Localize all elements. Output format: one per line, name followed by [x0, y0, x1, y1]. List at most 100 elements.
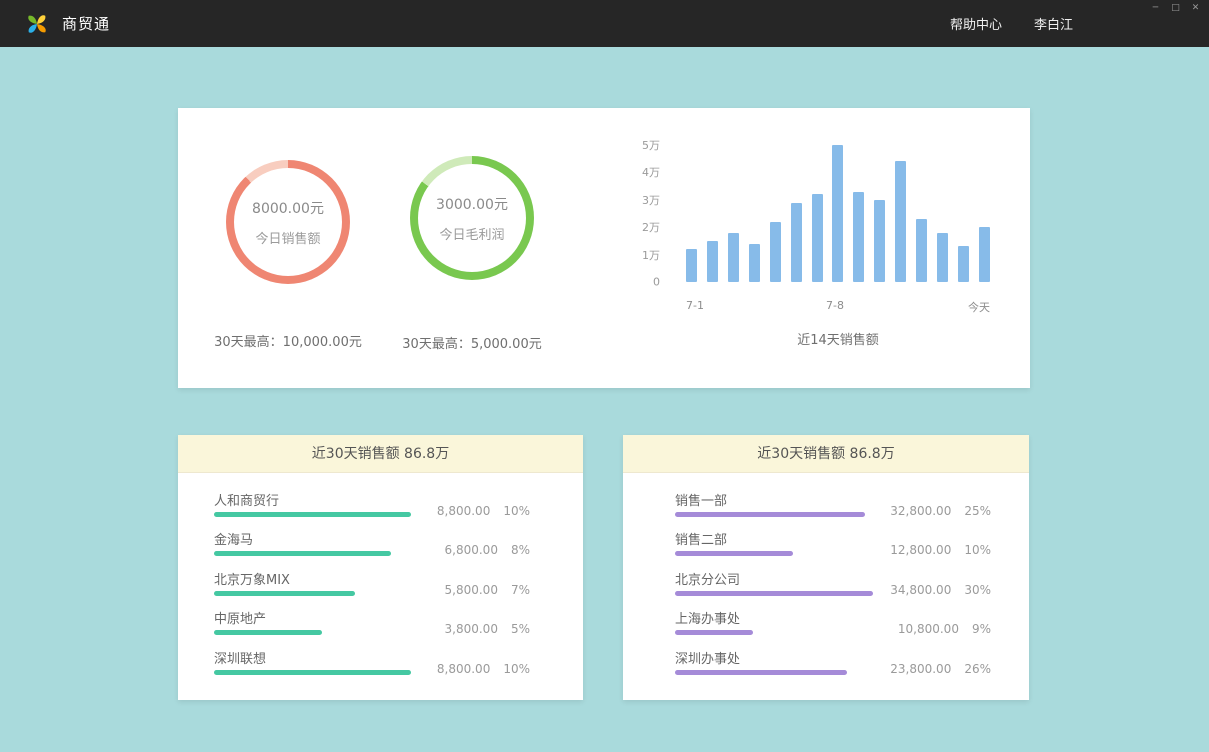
bar	[979, 227, 990, 282]
row-progress-bar	[675, 670, 847, 675]
panel-rows: 人和商贸行8,800.0010%金海马6,800.008%北京万象MIX5,80…	[178, 473, 583, 682]
bar	[791, 203, 802, 282]
panel-title: 近30天销售额 86.8万	[178, 435, 583, 473]
bar	[874, 200, 885, 282]
y-tick-label: 4万	[642, 164, 660, 180]
panel-title: 近30天销售额 86.8万	[623, 435, 1029, 473]
row-percent: 26%	[964, 662, 991, 676]
row-name: 北京分公司	[675, 569, 740, 588]
window-controls: ─ □ ✕	[1150, 2, 1201, 14]
row-percent: 25%	[964, 504, 991, 518]
row-name: 深圳联想	[214, 648, 266, 667]
x-axis-label: 7-8	[826, 299, 844, 312]
list-item: 销售二部12,800.0010%	[623, 524, 1029, 563]
donut-center: 8000.00元 今日销售额	[234, 168, 342, 276]
customer-sales-panel: 近30天销售额 86.8万 人和商贸行8,800.0010%金海马6,800.0…	[178, 435, 583, 700]
row-name: 北京万象MIX	[214, 569, 290, 588]
row-progress-bar	[214, 670, 411, 675]
close-button[interactable]: ✕	[1190, 2, 1201, 14]
bar	[707, 241, 718, 282]
titlebar-menu: 帮助中心 李白江	[950, 14, 1183, 33]
row-value: 10,800.00	[898, 622, 959, 636]
row-figures: 12,800.00 10%	[890, 543, 991, 557]
chart-y-axis: 5万4万3万2万1万0	[608, 145, 660, 282]
row-figures: 34,800.0030%	[890, 583, 991, 597]
row-name: 中原地产	[214, 608, 266, 627]
row-figures: 32,800.00 25%	[890, 504, 991, 518]
bar	[770, 222, 781, 282]
donut-center: 3000.00元 今日毛利润	[418, 164, 526, 272]
row-name: 深圳办事处	[675, 648, 740, 667]
row-progress-bar	[214, 630, 322, 635]
bar	[958, 246, 969, 282]
row-value: 32,800.00	[890, 504, 951, 518]
bar	[812, 194, 823, 282]
department-sales-panel: 近30天销售额 86.8万 销售一部32,800.0025%销售二部12,800…	[623, 435, 1029, 700]
row-value: 8,800.00	[437, 662, 490, 676]
list-item: 上海办事处10,800.009%	[623, 603, 1029, 642]
list-item: 人和商贸行8,800.0010%	[178, 485, 583, 524]
daily-sales-bar-chart	[686, 145, 990, 282]
overview-card: 8000.00元 今日销售额 30天最高：10,000.00元 3000.00元…	[178, 108, 1030, 388]
app-title: 商贸通	[62, 13, 110, 34]
row-percent: 9%	[972, 622, 991, 636]
donut-value: 8000.00元	[252, 198, 324, 218]
list-item: 深圳办事处 23,800.00 26%	[623, 643, 1029, 682]
y-tick-label: 5万	[642, 137, 660, 153]
list-item: 北京分公司 34,800.0030%	[623, 564, 1029, 603]
row-progress-bar	[214, 512, 411, 517]
bar	[749, 244, 760, 282]
row-value: 3,800.00	[445, 622, 498, 636]
row-name: 人和商贸行	[214, 490, 279, 509]
chart-caption: 近14天销售额	[686, 329, 990, 348]
row-percent: 10%	[503, 504, 530, 518]
title-bar: 商贸通 帮助中心 李白江 ─ □ ✕	[0, 0, 1209, 47]
bar	[728, 233, 739, 282]
y-tick-label: 1万	[642, 247, 660, 263]
donut-value: 3000.00元	[436, 194, 508, 214]
x-axis-label: 7-1	[686, 299, 704, 312]
donut-footer: 30天最高：5,000.00元	[352, 333, 592, 352]
dashboard: 8000.00元 今日销售额 30天最高：10,000.00元 3000.00元…	[0, 47, 1209, 752]
y-tick-label: 0	[653, 276, 660, 289]
row-progress-bar	[214, 591, 355, 596]
row-name: 销售一部	[675, 490, 727, 509]
row-percent: 7%	[511, 583, 530, 597]
row-percent: 10%	[964, 543, 991, 557]
row-progress-bar	[214, 551, 391, 556]
row-progress-bar	[675, 512, 865, 517]
donut-label: 今日销售额	[255, 228, 320, 247]
minimize-button[interactable]: ─	[1150, 2, 1161, 14]
row-value: 12,800.00	[890, 543, 951, 557]
bar	[895, 161, 906, 282]
today-sales-donut-chart: 8000.00元 今日销售额	[226, 160, 350, 284]
row-value: 5,800.00	[445, 583, 498, 597]
bar	[937, 233, 948, 282]
list-item: 北京万象MIX 5,800.00 7%	[178, 564, 583, 603]
x-axis-label: 今天	[968, 299, 990, 315]
donut-label: 今日毛利润	[439, 224, 504, 243]
maximize-button[interactable]: □	[1170, 2, 1181, 14]
help-center-link[interactable]: 帮助中心	[950, 14, 1002, 33]
row-percent: 8%	[511, 543, 530, 557]
y-tick-label: 3万	[642, 192, 660, 208]
today-profit-donut-chart: 3000.00元 今日毛利润	[410, 156, 534, 280]
panel-rows: 销售一部32,800.0025%销售二部12,800.0010%北京分公司34,…	[623, 473, 1029, 682]
user-menu[interactable]: 李白江	[1034, 14, 1073, 33]
chart-x-axis: 7-1 7-8 今天	[686, 299, 990, 313]
row-figures: 8,800.0010%	[437, 662, 530, 676]
list-item: 深圳联想 8,800.0010%	[178, 643, 583, 682]
y-tick-label: 2万	[642, 219, 660, 235]
row-percent: 5%	[511, 622, 530, 636]
list-item: 金海马 6,800.008%	[178, 524, 583, 563]
row-figures: 6,800.008%	[445, 543, 530, 557]
row-progress-bar	[675, 630, 753, 635]
row-figures: 10,800.00 9%	[898, 622, 991, 636]
row-figures: 3,800.00 5%	[445, 622, 530, 636]
row-name: 金海马	[214, 529, 253, 548]
row-progress-bar	[675, 591, 873, 596]
list-item: 中原地产 3,800.00 5%	[178, 603, 583, 642]
row-value: 23,800.00	[890, 662, 951, 676]
row-percent: 30%	[964, 583, 991, 597]
bar	[686, 249, 697, 282]
